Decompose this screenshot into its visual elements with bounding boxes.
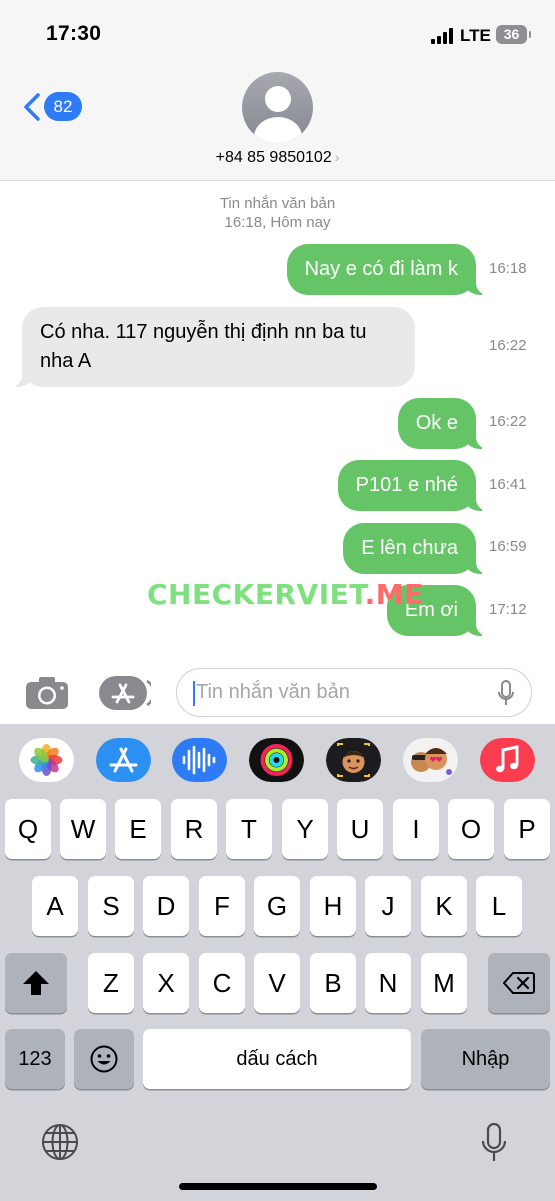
app-store-icon[interactable]: [98, 675, 151, 711]
key-w[interactable]: W: [60, 799, 106, 859]
key-z[interactable]: Z: [88, 953, 134, 1013]
message-time: 16:18: [489, 260, 527, 277]
key-n[interactable]: N: [365, 953, 411, 1013]
message-sent[interactable]: E lên chưa: [0, 523, 488, 574]
key-c[interactable]: C: [199, 953, 245, 1013]
home-indicator[interactable]: [179, 1183, 377, 1190]
emoji-key[interactable]: [74, 1029, 134, 1089]
numbers-key[interactable]: 123: [5, 1029, 65, 1089]
message-time: 17:12: [489, 601, 527, 618]
space-key[interactable]: dấu cách: [143, 1029, 411, 1089]
cellular-signal-icon: [431, 28, 455, 44]
unread-count-badge: 82: [44, 92, 82, 121]
key-b[interactable]: B: [310, 953, 356, 1013]
conversation-header: 17:30 LTE 36 82 +84 85 9850102 ›: [0, 0, 555, 181]
message-sent[interactable]: P101 e nhé: [0, 460, 489, 511]
keyboard: Q W E R T Y U I O P A S D F G H J K L Z …: [0, 724, 555, 1201]
message-bubble: E lên chưa: [343, 523, 488, 574]
activity-app-icon[interactable]: [249, 738, 304, 782]
battery-icon: 36: [496, 25, 531, 44]
key-r[interactable]: R: [171, 799, 217, 859]
audio-message-app-icon[interactable]: [172, 738, 227, 782]
message-type-label: Tin nhắn văn bản: [219, 195, 336, 212]
message-thread[interactable]: Tin nhắn văn bản 16:18, Hôm nay Nay e có…: [0, 181, 555, 661]
emoji-icon: [90, 1045, 118, 1073]
key-q[interactable]: Q: [5, 799, 51, 859]
message-placeholder: Tin nhắn văn bản: [196, 681, 350, 703]
message-sent[interactable]: Ok e: [0, 398, 489, 449]
message-time: 16:59: [489, 538, 527, 555]
key-u[interactable]: U: [337, 799, 383, 859]
message-bubble: Có nha. 117 nguyễn thị định nn ba tu nha…: [10, 307, 415, 387]
chevron-left-icon: [24, 93, 40, 121]
key-a[interactable]: A: [32, 876, 78, 936]
key-y[interactable]: Y: [282, 799, 328, 859]
shift-key[interactable]: [5, 953, 67, 1013]
key-i[interactable]: I: [393, 799, 439, 859]
dictation-mic-icon[interactable]: [480, 1122, 508, 1164]
message-input[interactable]: Tin nhắn văn bản: [176, 668, 532, 717]
message-bubble: Nay e có đi làm k: [286, 244, 489, 295]
watermark-suffix: .ME: [364, 578, 424, 611]
key-d[interactable]: D: [143, 876, 189, 936]
contact-number: +84 85 9850102: [215, 149, 332, 166]
message-bubble: P101 e nhé: [337, 460, 489, 511]
key-t[interactable]: T: [226, 799, 272, 859]
key-m[interactable]: M: [421, 953, 467, 1013]
thread-start-time: 16:18, Hôm nay: [224, 214, 331, 231]
back-button[interactable]: 82: [22, 88, 84, 128]
watermark: CHECKERVIET.ME: [147, 578, 424, 611]
message-time: 16:41: [489, 476, 527, 493]
thread-info: Tin nhắn văn bản 16:18, Hôm nay: [0, 194, 555, 232]
network-type: LTE: [460, 26, 491, 45]
animoji-stickers-app-icon[interactable]: [403, 738, 458, 782]
message-sent[interactable]: Nay e có đi làm k: [0, 244, 489, 295]
key-p[interactable]: P: [504, 799, 550, 859]
contact-name[interactable]: +84 85 9850102 ›: [0, 149, 555, 167]
key-f[interactable]: F: [199, 876, 245, 936]
key-l[interactable]: L: [476, 876, 522, 936]
camera-icon[interactable]: [25, 676, 69, 710]
key-x[interactable]: X: [143, 953, 189, 1013]
app-store-app-icon[interactable]: [96, 738, 151, 782]
imessage-app-drawer: [0, 738, 555, 784]
key-h[interactable]: H: [310, 876, 356, 936]
watermark-text: CHECKERVIET: [147, 578, 365, 611]
music-app-icon[interactable]: [480, 738, 535, 782]
battery-level: 36: [503, 26, 520, 42]
globe-icon[interactable]: [40, 1122, 80, 1162]
return-key[interactable]: Nhập: [421, 1029, 550, 1089]
contact-avatar[interactable]: [242, 72, 313, 143]
memoji-app-icon[interactable]: [326, 738, 381, 782]
message-time: 16:22: [489, 337, 527, 354]
key-j[interactable]: J: [365, 876, 411, 936]
key-s[interactable]: S: [88, 876, 134, 936]
key-e[interactable]: E: [115, 799, 161, 859]
chevron-right-icon: ›: [334, 149, 340, 165]
status-time: 17:30: [46, 22, 102, 45]
text-cursor: [193, 681, 195, 706]
backspace-icon: [502, 972, 535, 994]
message-received[interactable]: Có nha. 117 nguyễn thị định nn ba tu nha…: [10, 307, 415, 387]
message-time: 16:22: [489, 413, 527, 430]
key-k[interactable]: K: [421, 876, 467, 936]
photos-app-icon[interactable]: [19, 738, 74, 782]
key-v[interactable]: V: [254, 953, 300, 1013]
key-o[interactable]: O: [448, 799, 494, 859]
message-bubble: Ok e: [397, 398, 489, 449]
delete-key[interactable]: [488, 953, 550, 1013]
shift-arrow-icon: [23, 971, 49, 995]
key-g[interactable]: G: [254, 876, 300, 936]
dictation-icon[interactable]: [497, 680, 515, 707]
